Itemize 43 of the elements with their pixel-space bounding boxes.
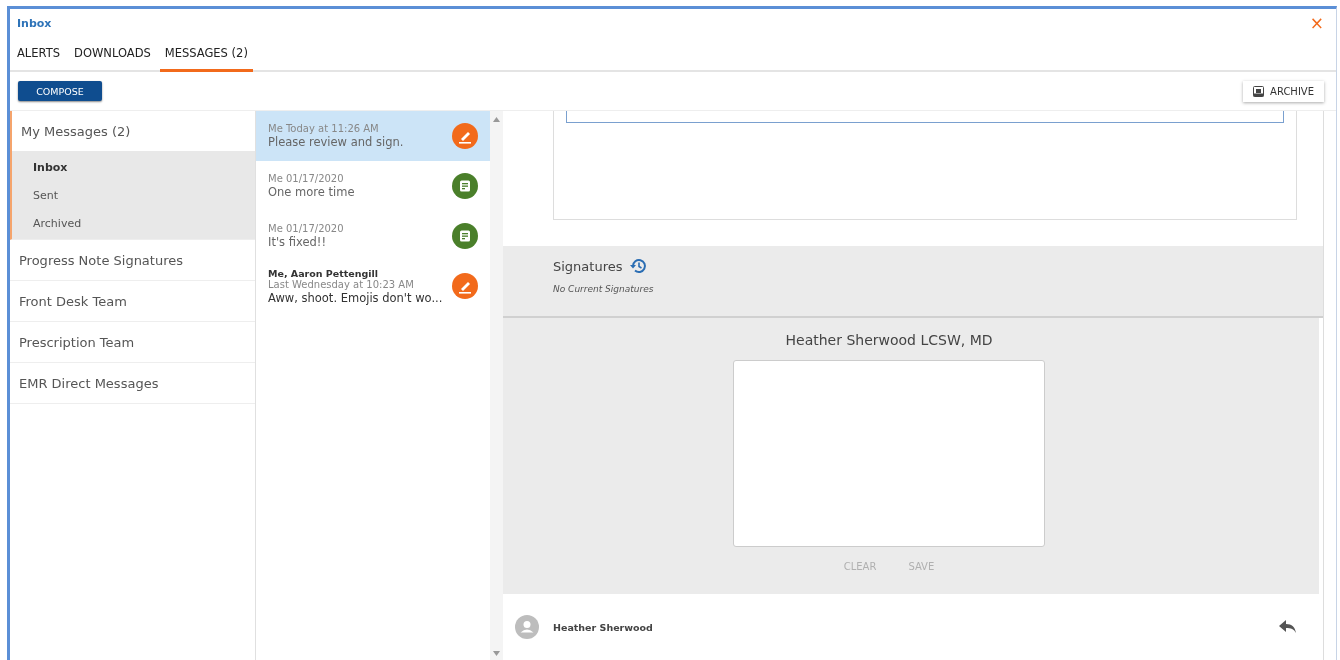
archive-icon: [1253, 85, 1265, 97]
window-title: Inbox: [17, 16, 52, 30]
scroll-up-icon[interactable]: [493, 117, 500, 122]
pencil-icon: [452, 123, 478, 149]
message-item[interactable]: Me, Aaron Pettengill Last Wednesday at 10:23 AM Aww, shoot. Emojis don't wo...: [256, 261, 490, 311]
note-icon: [452, 223, 478, 249]
compose-button[interactable]: COMPOSE: [18, 81, 102, 101]
sidebar-subitem[interactable]: Archived: [12, 209, 255, 237]
tab[interactable]: DOWNLOADS: [69, 37, 156, 72]
sidebar-subitem[interactable]: Sent: [12, 181, 255, 209]
sidebar-item[interactable]: EMR Direct Messages: [10, 363, 255, 403]
message-time: Me 01/17/2020: [268, 223, 344, 234]
note-icon: [452, 173, 478, 199]
message-sender: Me, Aaron Pettengill: [268, 267, 380, 279]
signer-name: Heather Sherwood LCSW, MD: [785, 332, 993, 348]
sidebar-item[interactable]: My Messages (2): [12, 111, 255, 151]
archive-button[interactable]: ARCHIVE: [1243, 80, 1324, 102]
sidebar-item[interactable]: Front Desk Team: [10, 281, 255, 321]
author-name: Heather Sherwood: [553, 621, 653, 633]
message-time: Me Today at 11:26 AM: [268, 123, 380, 134]
reply-icon[interactable]: [1279, 620, 1297, 634]
tab[interactable]: MESSAGES (2): [159, 37, 253, 72]
tab[interactable]: ALERTS: [12, 37, 66, 72]
message-item[interactable]: Me Today at 11:26 AM Please review and sign.: [256, 111, 490, 161]
message-subject: Aww, shoot. Emojis don't wo...: [268, 290, 443, 305]
pencil-icon: [452, 273, 478, 299]
message-subject: Please review and sign.: [268, 135, 404, 149]
message-time: Last Wednesday at 10:23 AM: [268, 278, 415, 290]
signatures-heading: Signatures: [553, 258, 623, 274]
avatar-icon: [515, 615, 539, 639]
scroll-down-icon[interactable]: [493, 651, 500, 656]
sidebar-item[interactable]: Progress Note Signatures: [10, 240, 255, 280]
empty-signatures-text: No Current Signatures: [553, 284, 654, 294]
message-field[interactable]: [566, 111, 1284, 123]
history-icon[interactable]: [628, 258, 647, 274]
message-subject: It's fixed!!: [268, 235, 327, 249]
scrollbar[interactable]: [490, 111, 503, 660]
message-item[interactable]: Me 01/17/2020 It's fixed!!: [256, 211, 490, 261]
message-item[interactable]: Me 01/17/2020 One more time: [256, 161, 490, 211]
sidebar-item[interactable]: Prescription Team: [10, 322, 255, 362]
message-subject: One more time: [268, 185, 355, 199]
message-time: Me 01/17/2020: [268, 173, 345, 184]
sidebar-subitem[interactable]: Inbox: [12, 153, 255, 181]
